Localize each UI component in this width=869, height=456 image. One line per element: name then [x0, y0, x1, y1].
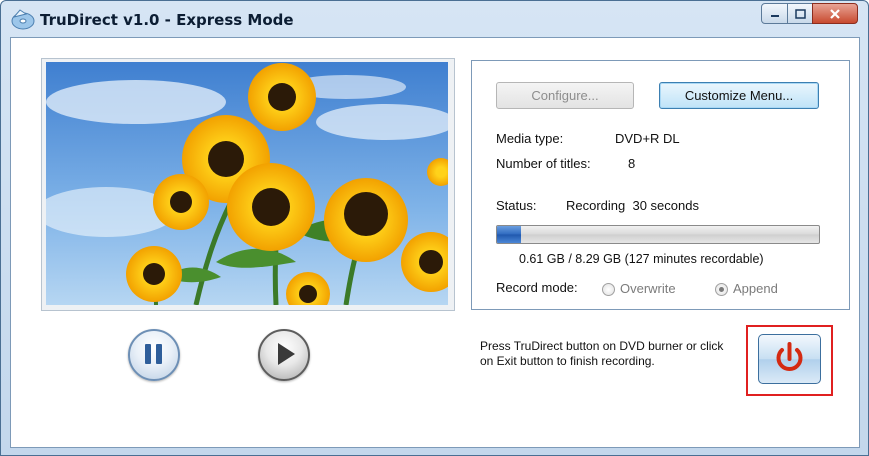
- power-icon: [776, 342, 803, 372]
- recording-progress-bar: [496, 225, 820, 244]
- maximize-icon[interactable]: [787, 3, 813, 24]
- exit-button[interactable]: [758, 334, 821, 384]
- pause-button[interactable]: [128, 329, 180, 381]
- status-label: Status:: [496, 198, 537, 213]
- exit-highlight: [746, 325, 833, 396]
- exit-instructions: Press TruDirect button on DVD burner or …: [480, 339, 724, 368]
- recording-panel: Configure... Customize Menu... Media typ…: [471, 60, 850, 310]
- customize-menu-button[interactable]: Customize Menu...: [659, 82, 819, 109]
- media-type-label: Media type:: [496, 131, 564, 146]
- record-mode-label: Record mode:: [496, 280, 578, 295]
- titles-label: Number of titles:: [496, 156, 591, 171]
- status-value: Recording 30 seconds: [566, 198, 699, 213]
- titles-value: 8: [628, 156, 636, 171]
- dvd-app-icon: [11, 9, 35, 30]
- overwrite-radio[interactable]: [602, 283, 615, 296]
- configure-button[interactable]: Configure...: [496, 82, 634, 109]
- play-icon: [278, 343, 295, 365]
- append-label[interactable]: Append: [733, 281, 778, 296]
- overwrite-label[interactable]: Overwrite: [620, 281, 676, 296]
- append-radio[interactable]: [715, 283, 728, 296]
- client-area: Configure... Customize Menu... Media typ…: [10, 37, 860, 448]
- title-bar[interactable]: TruDirect v1.0 - Express Mode: [1, 1, 868, 37]
- video-preview: [41, 58, 455, 311]
- play-button[interactable]: [258, 329, 310, 381]
- minimize-icon[interactable]: [761, 3, 788, 24]
- capacity-text: 0.61 GB / 8.29 GB (127 minutes recordabl…: [519, 252, 764, 266]
- window-title: TruDirect v1.0 - Express Mode: [40, 11, 294, 29]
- pause-icon: [145, 344, 162, 364]
- close-icon[interactable]: [812, 3, 858, 24]
- sunflower-video-preview: [46, 62, 448, 305]
- app-window: TruDirect v1.0 - Express Mode Configure.…: [0, 0, 869, 456]
- progress-fill: [497, 226, 521, 243]
- media-type-value: DVD+R DL: [615, 131, 680, 146]
- caption-buttons: [761, 3, 858, 24]
